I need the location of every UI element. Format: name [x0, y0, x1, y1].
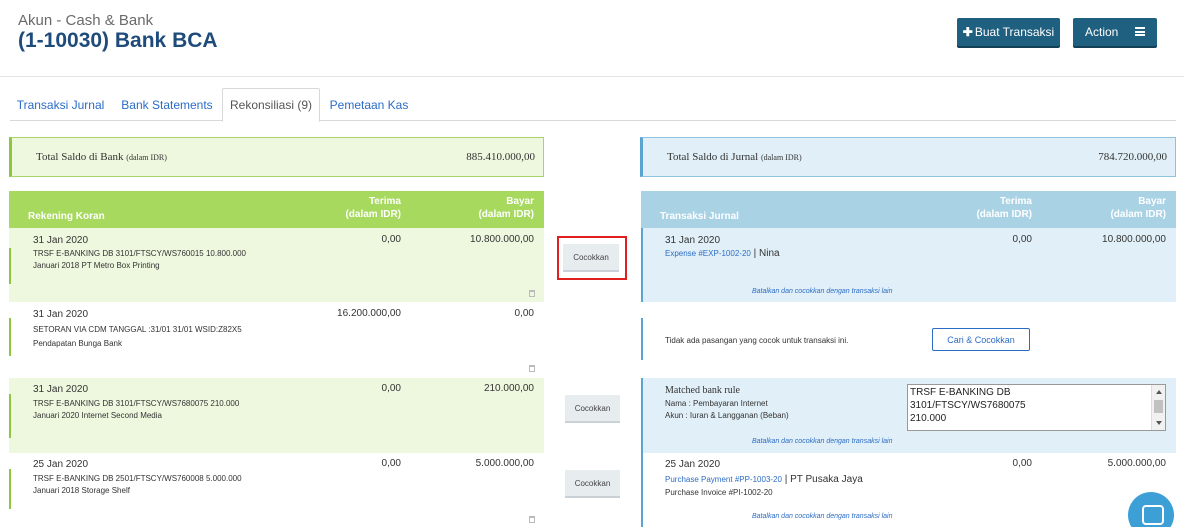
page-header: Akun - Cash & Bank (1-10030) Bank BCA ✚ …: [0, 0, 1184, 77]
action-label: Action: [1085, 25, 1119, 39]
col-terima-unit: (dalam IDR): [976, 209, 1032, 220]
buat-transaksi-label: Buat Transaksi: [974, 25, 1055, 39]
cancel-match-link[interactable]: Batalkan dan cocokkan dengan transaksi l…: [752, 288, 892, 295]
table-row: 31 Jan 2020 SETORAN VIA CDM TANGGAL :31/…: [9, 302, 544, 378]
row-date: 31 Jan 2020: [33, 384, 89, 395]
col-bayar-unit: (dalam IDR): [1110, 209, 1166, 220]
cancel-match-link[interactable]: Batalkan dan cocokkan dengan transaksi l…: [752, 513, 892, 520]
row-description: SETORAN VIA CDM TANGGAL :31/01 31/01 WSI…: [33, 325, 242, 334]
total-saldo-jurnal: Total Saldo di Jurnal (dalam IDR) 784.72…: [640, 137, 1176, 177]
rule-akun: Akun : Iuran & Langganan (Beban): [665, 411, 789, 420]
rekening-koran-title: Rekening Koran: [28, 211, 105, 222]
tab-pemetaan-kas[interactable]: Pemetaan Kas: [326, 88, 412, 121]
row-terima: 0,00: [381, 383, 401, 394]
trash-icon[interactable]: [529, 365, 535, 372]
journal-row: 25 Jan 2020 Purchase Payment #PP-1003-20…: [641, 453, 1176, 527]
col-terima-label: Terima: [368, 196, 401, 207]
row-memo: Januari 2018 Storage Shelf: [33, 486, 130, 495]
rekening-koran-header: Rekening Koran Terima (dalam IDR) Bayar …: [9, 191, 544, 228]
col-terima-label: Terima: [999, 196, 1032, 207]
row-description: TRSF E-BANKING DB 3101/FTSCY/WS7680075 2…: [33, 399, 240, 408]
table-row: 31 Jan 2020 TRSF E-BANKING DB 3101/FTSCY…: [9, 378, 544, 453]
trash-icon[interactable]: [529, 516, 535, 523]
row-terima: 0,00: [381, 458, 401, 469]
row-contact: Nina: [759, 248, 780, 259]
journal-row: Tidak ada pasangan yang cocok untuk tran…: [641, 302, 1176, 378]
separator: |: [781, 474, 791, 485]
total-jurnal-value: 784.720.000,00: [1098, 151, 1167, 163]
cocokkan-button[interactable]: Cocokkan: [565, 395, 620, 423]
row-bayar: 5.000.000,00: [1107, 458, 1166, 469]
action-button[interactable]: Action: [1073, 18, 1157, 46]
tab-bar: Transaksi Jurnal Bank Statements Rekonsi…: [10, 88, 1176, 122]
tab-rekonsiliasi[interactable]: Rekonsiliasi (9): [222, 88, 320, 122]
row-date: 25 Jan 2020: [665, 459, 721, 470]
purchase-payment-link[interactable]: Purchase Payment #PP-1003-20: [665, 475, 782, 484]
row-memo: Januari 2020 Internet Second Media: [33, 411, 162, 420]
col-bayar-unit: (dalam IDR): [478, 209, 534, 220]
trash-icon[interactable]: [529, 290, 535, 297]
row-description: TRSF E-BANKING DB 2501/FTSCY/WS760008 5.…: [33, 474, 242, 483]
page-subtitle: Akun - Cash & Bank: [18, 12, 154, 29]
row-description: TRSF E-BANKING DB 3101/FTSCY/WS760015 10…: [33, 249, 246, 258]
buat-transaksi-button[interactable]: ✚ Buat Transaksi: [957, 18, 1060, 46]
row-bayar: 10.800.000,00: [470, 234, 534, 245]
transaksi-jurnal-header: Transaksi Jurnal Terima (dalam IDR) Baya…: [641, 191, 1176, 228]
journal-row: 31 Jan 2020 Expense #EXP-1002-20 | Nina …: [641, 228, 1176, 302]
expense-link[interactable]: Expense #EXP-1002-20: [665, 249, 751, 258]
journal-row: Matched bank rule Nama : Pembayaran Inte…: [641, 378, 1176, 453]
row-terima: 0,00: [1012, 234, 1032, 245]
row-bayar: 0,00: [514, 308, 534, 319]
no-match-text: Tidak ada pasangan yang cocok untuk tran…: [665, 336, 849, 345]
cocokkan-button[interactable]: Cocokkan: [563, 244, 619, 272]
total-bank-unit: (dalam IDR): [126, 153, 167, 162]
total-bank-value: 885.410.000,00: [466, 151, 535, 163]
transaksi-jurnal-title: Transaksi Jurnal: [660, 211, 739, 222]
col-bayar-label: Bayar: [506, 196, 534, 207]
tab-bank-statements[interactable]: Bank Statements: [118, 88, 216, 121]
cancel-match-link[interactable]: Batalkan dan cocokkan dengan transaksi l…: [752, 438, 892, 445]
cari-cocokkan-button[interactable]: Cari & Cocokkan: [932, 328, 1030, 351]
total-saldo-bank: Total Saldo di Bank (dalam IDR) 885.410.…: [9, 137, 544, 177]
col-terima-unit: (dalam IDR): [345, 209, 401, 220]
row-terima: 0,00: [381, 234, 401, 245]
row-terima: 0,00: [1012, 458, 1032, 469]
col-bayar-label: Bayar: [1138, 196, 1166, 207]
table-row: 31 Jan 2020 TRSF E-BANKING DB 3101/FTSCY…: [9, 228, 544, 302]
page-title: (1-10030) Bank BCA: [18, 29, 218, 52]
row-date: 31 Jan 2020: [33, 235, 89, 246]
row-bayar: 5.000.000,00: [475, 458, 534, 469]
row-date: 31 Jan 2020: [33, 309, 89, 320]
rule-description-textarea[interactable]: TRSF E-BANKING DB 3101/FTSCY/WS7680075 2…: [907, 384, 1166, 431]
tab-transaksi-jurnal[interactable]: Transaksi Jurnal: [10, 88, 111, 121]
scroll-down-icon[interactable]: [1156, 421, 1162, 425]
row-bayar: 10.800.000,00: [1102, 234, 1166, 245]
rule-nama: Nama : Pembayaran Internet: [665, 399, 768, 408]
row-terima: 16.200.000,00: [337, 308, 401, 319]
scroll-thumb[interactable]: [1154, 400, 1163, 413]
hamburger-menu-icon: [1135, 27, 1145, 36]
purchase-invoice-text: Purchase Invoice #PI-1002-20: [665, 488, 773, 497]
matched-rule-title: Matched bank rule: [665, 385, 740, 396]
separator: |: [750, 248, 759, 259]
total-bank-label: Total Saldo di Bank: [36, 151, 124, 163]
row-memo: Pendapatan Bunga Bank: [33, 339, 122, 348]
row-date: 31 Jan 2020: [665, 235, 721, 246]
cocokkan-button[interactable]: Cocokkan: [565, 470, 620, 498]
plus-icon: ✚: [962, 25, 973, 39]
table-row: 25 Jan 2020 TRSF E-BANKING DB 2501/FTSCY…: [9, 453, 544, 527]
row-bayar: 210.000,00: [483, 383, 534, 394]
scroll-up-icon[interactable]: [1156, 390, 1162, 394]
total-jurnal-unit: (dalam IDR): [760, 153, 802, 162]
row-memo: Januari 2018 PT Metro Box Printing: [33, 261, 160, 270]
row-contact: PT Pusaka Jaya: [790, 474, 863, 485]
total-jurnal-label: Total Saldo di Jurnal: [667, 151, 759, 163]
scrollbar[interactable]: [1151, 385, 1165, 430]
row-date: 25 Jan 2020: [33, 459, 89, 470]
